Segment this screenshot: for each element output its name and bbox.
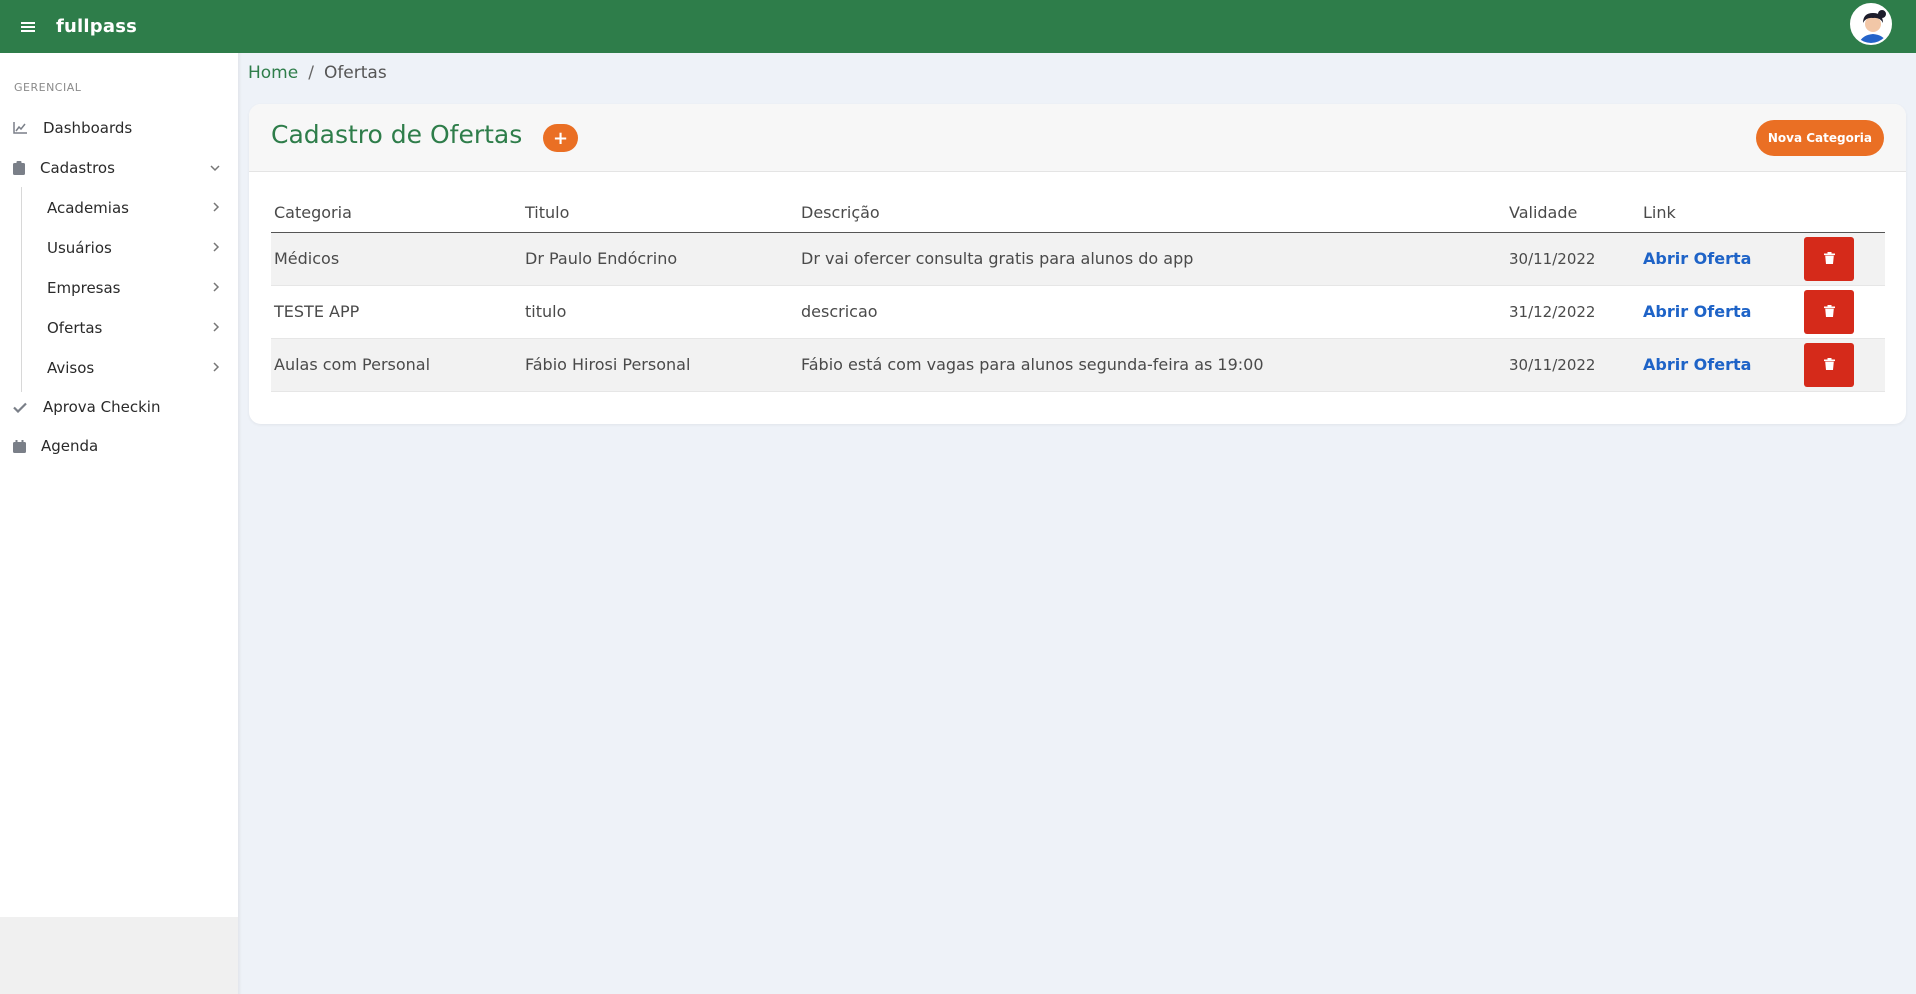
offers-card: Cadastro de Ofertas + Nova Categoria Cat…: [249, 104, 1906, 424]
sidebar-item-label: Aprova Checkin: [43, 398, 161, 416]
table-row: Médicos Dr Paulo Endócrino Dr vai oferce…: [271, 232, 1885, 286]
sidebar-footer: [0, 917, 238, 994]
delete-offer-button[interactable]: [1804, 236, 1854, 281]
sidebar-subitem-usuarios[interactable]: Usuários: [0, 228, 238, 268]
offers-table: Categoria Titulo Descrição Validade Link…: [271, 194, 1885, 392]
sidebar-subitem-label: Ofertas: [47, 319, 103, 337]
table-row: TESTE APP titulo descricao 31/12/2022 Ab…: [271, 285, 1885, 339]
sidebar-section-label: GERENCIAL: [14, 81, 82, 94]
sidebar-subitem-label: Avisos: [47, 359, 95, 377]
open-offer-link[interactable]: Abrir Oferta: [1643, 302, 1751, 321]
chevron-right-icon: [213, 361, 220, 376]
chevron-right-icon: [213, 241, 220, 256]
cell-descricao: descricao: [798, 285, 1506, 339]
cell-titulo: Fábio Hirosi Personal: [522, 338, 798, 392]
delete-offer-button[interactable]: [1804, 342, 1854, 387]
sidebar-subitem-label: Usuários: [47, 239, 112, 257]
sidebar-item-label: Dashboards: [43, 119, 133, 137]
card-header: Cadastro de Ofertas + Nova Categoria: [249, 104, 1906, 172]
chevron-right-icon: [213, 321, 220, 336]
add-offer-button[interactable]: +: [543, 124, 578, 152]
table-header-row: Categoria Titulo Descrição Validade Link: [271, 194, 1885, 233]
sidebar-item-dashboards[interactable]: Dashboards: [0, 108, 238, 148]
user-avatar[interactable]: [1850, 3, 1892, 45]
chevron-down-icon: [210, 161, 220, 176]
brand-logo-text[interactable]: fullpass: [56, 16, 137, 37]
cell-descricao: Fábio está com vagas para alunos segunda…: [798, 338, 1506, 392]
breadcrumb-separator: /: [308, 63, 314, 83]
clipboard-icon: [13, 161, 33, 175]
open-offer-link[interactable]: Abrir Oferta: [1643, 355, 1751, 374]
column-header-titulo: Titulo: [522, 194, 798, 233]
sidebar-divider: [238, 53, 242, 994]
chevron-right-icon: [213, 281, 220, 296]
sidebar-subitem-ofertas[interactable]: Ofertas: [0, 308, 238, 348]
cell-categoria: Médicos: [271, 232, 522, 286]
new-category-button[interactable]: Nova Categoria: [1755, 120, 1884, 156]
sidebar-subitem-academias[interactable]: Academias: [0, 188, 238, 228]
trash-icon: [1823, 355, 1835, 374]
breadcrumb-current: Ofertas: [323, 63, 387, 83]
sidebar-subitem-label: Academias: [47, 199, 129, 217]
column-header-validade: Validade: [1506, 194, 1640, 233]
sidebar-subitem-label: Empresas: [47, 279, 121, 297]
breadcrumb: Home / Ofertas: [248, 63, 387, 83]
calendar-icon: [13, 439, 33, 453]
sidebar-item-cadastros[interactable]: Cadastros: [0, 148, 238, 188]
cell-titulo: titulo: [522, 285, 798, 339]
cell-titulo: Dr Paulo Endócrino: [522, 232, 798, 286]
column-header-link: Link: [1640, 194, 1801, 233]
sidebar-item-label: Agenda: [41, 437, 99, 455]
sidebar-subitem-empresas[interactable]: Empresas: [0, 268, 238, 308]
cell-validade: 30/11/2022: [1506, 338, 1640, 392]
cell-validade: 30/11/2022: [1506, 232, 1640, 286]
table-row: Aulas com Personal Fábio Hirosi Personal…: [271, 338, 1885, 392]
cell-categoria: TESTE APP: [271, 285, 522, 339]
top-navbar: fullpass: [0, 0, 1916, 53]
column-header-actions: [1801, 194, 1885, 233]
delete-offer-button[interactable]: [1804, 289, 1854, 334]
cell-validade: 31/12/2022: [1506, 285, 1640, 339]
breadcrumb-home-link[interactable]: Home: [248, 63, 298, 83]
sidebar-subitem-avisos[interactable]: Avisos: [0, 348, 238, 388]
page-title: Cadastro de Ofertas: [271, 120, 523, 149]
trash-icon: [1823, 249, 1835, 268]
trash-icon: [1823, 302, 1835, 321]
hamburger-menu-icon[interactable]: [0, 0, 56, 53]
sidebar-item-aprova-checkin[interactable]: Aprova Checkin: [0, 387, 238, 427]
sidebar-item-agenda[interactable]: Agenda: [0, 426, 238, 466]
open-offer-link[interactable]: Abrir Oferta: [1643, 249, 1751, 268]
column-header-categoria: Categoria: [271, 194, 522, 233]
column-header-descricao: Descrição: [798, 194, 1506, 233]
check-icon: [13, 402, 33, 413]
cell-descricao: Dr vai ofercer consulta gratis para alun…: [798, 232, 1506, 286]
cell-categoria: Aulas com Personal: [271, 338, 522, 392]
chart-line-icon: [13, 122, 33, 134]
sidebar-item-label: Cadastros: [40, 159, 115, 177]
chevron-right-icon: [213, 201, 220, 216]
